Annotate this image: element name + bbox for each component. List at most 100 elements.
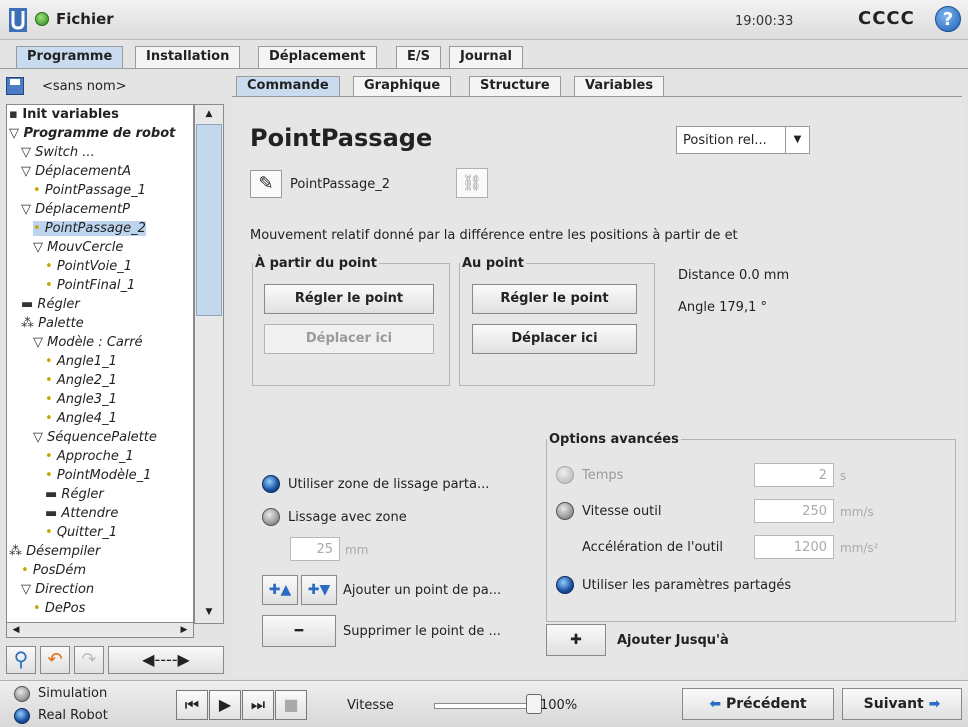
tree-item[interactable]: • Quitter_1 [45,525,117,540]
play-icon[interactable]: ▶ [209,690,241,720]
tree-item[interactable]: ▬ Attendre [45,506,118,521]
tree-item-label: DéplacementP [35,202,130,217]
tree-node-icon: ▬ [45,487,62,502]
tree-item-label: PointFinal_1 [56,278,136,293]
tree-node-icon: ▽ [21,164,36,179]
tool-speed-field[interactable]: 250 [754,499,834,523]
tree-node-icon: ▬ [21,297,38,312]
save-icon[interactable] [6,77,24,95]
tab-es[interactable]: E/S [396,46,441,68]
tree-item-label: SéquencePalette [47,430,157,445]
tree-item[interactable]: • PointFinal_1 [45,278,135,293]
speed-slider-track[interactable] [434,703,534,709]
tree-node-icon: ▽ [33,335,48,350]
tree-item[interactable]: • Approche_1 [45,449,134,464]
undo-icon[interactable]: ↶ [40,646,70,674]
tree-item[interactable]: ▽ Programme de robot [9,126,175,141]
real-robot-radio[interactable] [14,708,30,724]
blend-zone-radio[interactable] [262,508,280,526]
shared-params-radio[interactable] [556,576,574,594]
tree-item[interactable]: ▽ DéplacementP [21,202,130,217]
tree-node-icon: • [45,373,57,388]
scroll-left-icon[interactable]: ◀ [7,623,25,637]
tree-item[interactable]: • Angle4_1 [45,411,117,426]
tree-horizontal-scrollbar[interactable]: ◀ ▶ [6,622,194,638]
blend-shared-radio[interactable] [262,475,280,493]
tree-item[interactable]: ▬ Régler [21,297,80,312]
rename-pencil-icon[interactable]: ✎ [250,170,282,198]
robot-name: CCCC [858,8,915,29]
tree-item-label: PosDém [32,563,87,578]
tree-item[interactable]: ▬ Régler [45,487,104,502]
tree-item[interactable]: • PointModèle_1 [45,468,151,483]
tool-speed-radio[interactable] [556,502,574,520]
scroll-right-icon[interactable]: ▶ [175,623,193,637]
tree-item[interactable]: ▪ Init variables [9,107,119,122]
tab-journal[interactable]: Journal [449,46,523,68]
simulation-radio[interactable] [14,686,30,702]
tree-item[interactable]: ▽ Direction [21,582,94,597]
tool-accel-field[interactable]: 1200 [754,535,834,559]
file-menu[interactable]: Fichier [56,10,114,28]
tree-item[interactable]: ⁂ Désempiler [9,544,100,559]
tree-item[interactable]: ⁂ Palette [21,316,84,331]
advanced-options-legend: Options avancées [549,432,679,447]
position-type-select[interactable]: Position rel... ▼ [676,126,810,154]
move-description: Mouvement relatif donné par la différenc… [250,228,738,243]
add-until-icon[interactable]: ✚ [546,624,606,656]
scroll-up-icon[interactable]: ▲ [200,107,218,121]
blend-unit: mm [345,543,369,557]
remove-waypoint-icon[interactable]: ━ [262,615,336,647]
blend-radius-field[interactable]: 25 [290,537,340,561]
tree-item[interactable]: • PointVoie_1 [45,259,132,274]
stop-icon[interactable]: ■ [275,690,307,720]
tab-programme[interactable]: Programme [16,46,124,69]
rewind-icon[interactable]: ⏮ [176,690,208,720]
tree-item[interactable]: ▽ SéquencePalette [33,430,157,445]
time-label: Temps [582,468,624,483]
tree-item[interactable]: • PointPassage_2 [33,221,146,236]
tree-item[interactable]: • DePos [33,601,85,616]
tree-node-icon: ▽ [21,202,36,217]
tab-installation[interactable]: Installation [135,46,241,68]
angle-readout: Angle 179,1 ° [678,300,767,315]
tab-graphique[interactable]: Graphique [353,76,452,96]
help-icon[interactable]: ? [935,6,961,32]
tree-node-icon: ⁂ [21,316,39,331]
tree-item-label: PointModèle_1 [56,468,152,483]
previous-button[interactable]: ⬅ Précédent [682,688,834,720]
tab-commande[interactable]: Commande [236,76,340,97]
program-tree[interactable]: ▪ Init variables ▽ Programme de robot ▽ Sw… [6,104,194,624]
tree-item[interactable]: • Angle2_1 [45,373,117,388]
redo-icon[interactable]: ↷ [74,646,104,674]
tree-item[interactable]: • PosDém [21,563,86,578]
tab-structure[interactable]: Structure [469,76,561,96]
shared-params-label: Utiliser les paramètres partagés [582,578,792,593]
time-unit: s [840,469,847,483]
to-set-point-button[interactable]: Régler le point [472,284,637,314]
to-move-here-button[interactable]: Déplacer ici [472,324,637,354]
search-icon[interactable]: ⚲ [6,646,36,674]
tree-item[interactable]: • Angle1_1 [45,354,117,369]
from-set-point-button[interactable]: Régler le point [264,284,434,314]
collapse-expand-icon[interactable]: ◀‑‑‑‑▶ [108,646,224,674]
add-waypoint-after-icon[interactable]: ✚▼ [301,575,337,605]
tree-item-label: PointPassage_2 [44,221,146,236]
next-button[interactable]: Suivant ➡ [842,688,962,720]
scroll-down-icon[interactable]: ▼ [200,605,218,619]
time-radio[interactable] [556,466,574,484]
tree-item[interactable]: ▽ DéplacementA [21,164,131,179]
from-move-here-button[interactable]: Déplacer ici [264,324,434,354]
tab-deplacement[interactable]: Déplacement [258,46,377,68]
step-icon[interactable]: ⏭ [242,690,274,720]
tree-item[interactable]: ▽ MouvCercle [33,240,123,255]
tree-item-label: PointPassage_1 [44,183,146,198]
add-waypoint-before-icon[interactable]: ✚▲ [262,575,298,605]
tree-item[interactable]: • PointPassage_1 [33,183,146,198]
tree-item[interactable]: • Angle3_1 [45,392,117,407]
time-field[interactable]: 2 [754,463,834,487]
tree-item[interactable]: ▽ Modèle : Carré [33,335,143,350]
tree-item[interactable]: ▽ Switch ... [21,145,95,160]
tab-variables[interactable]: Variables [574,76,665,96]
tree-scroll-thumb[interactable] [196,124,222,316]
